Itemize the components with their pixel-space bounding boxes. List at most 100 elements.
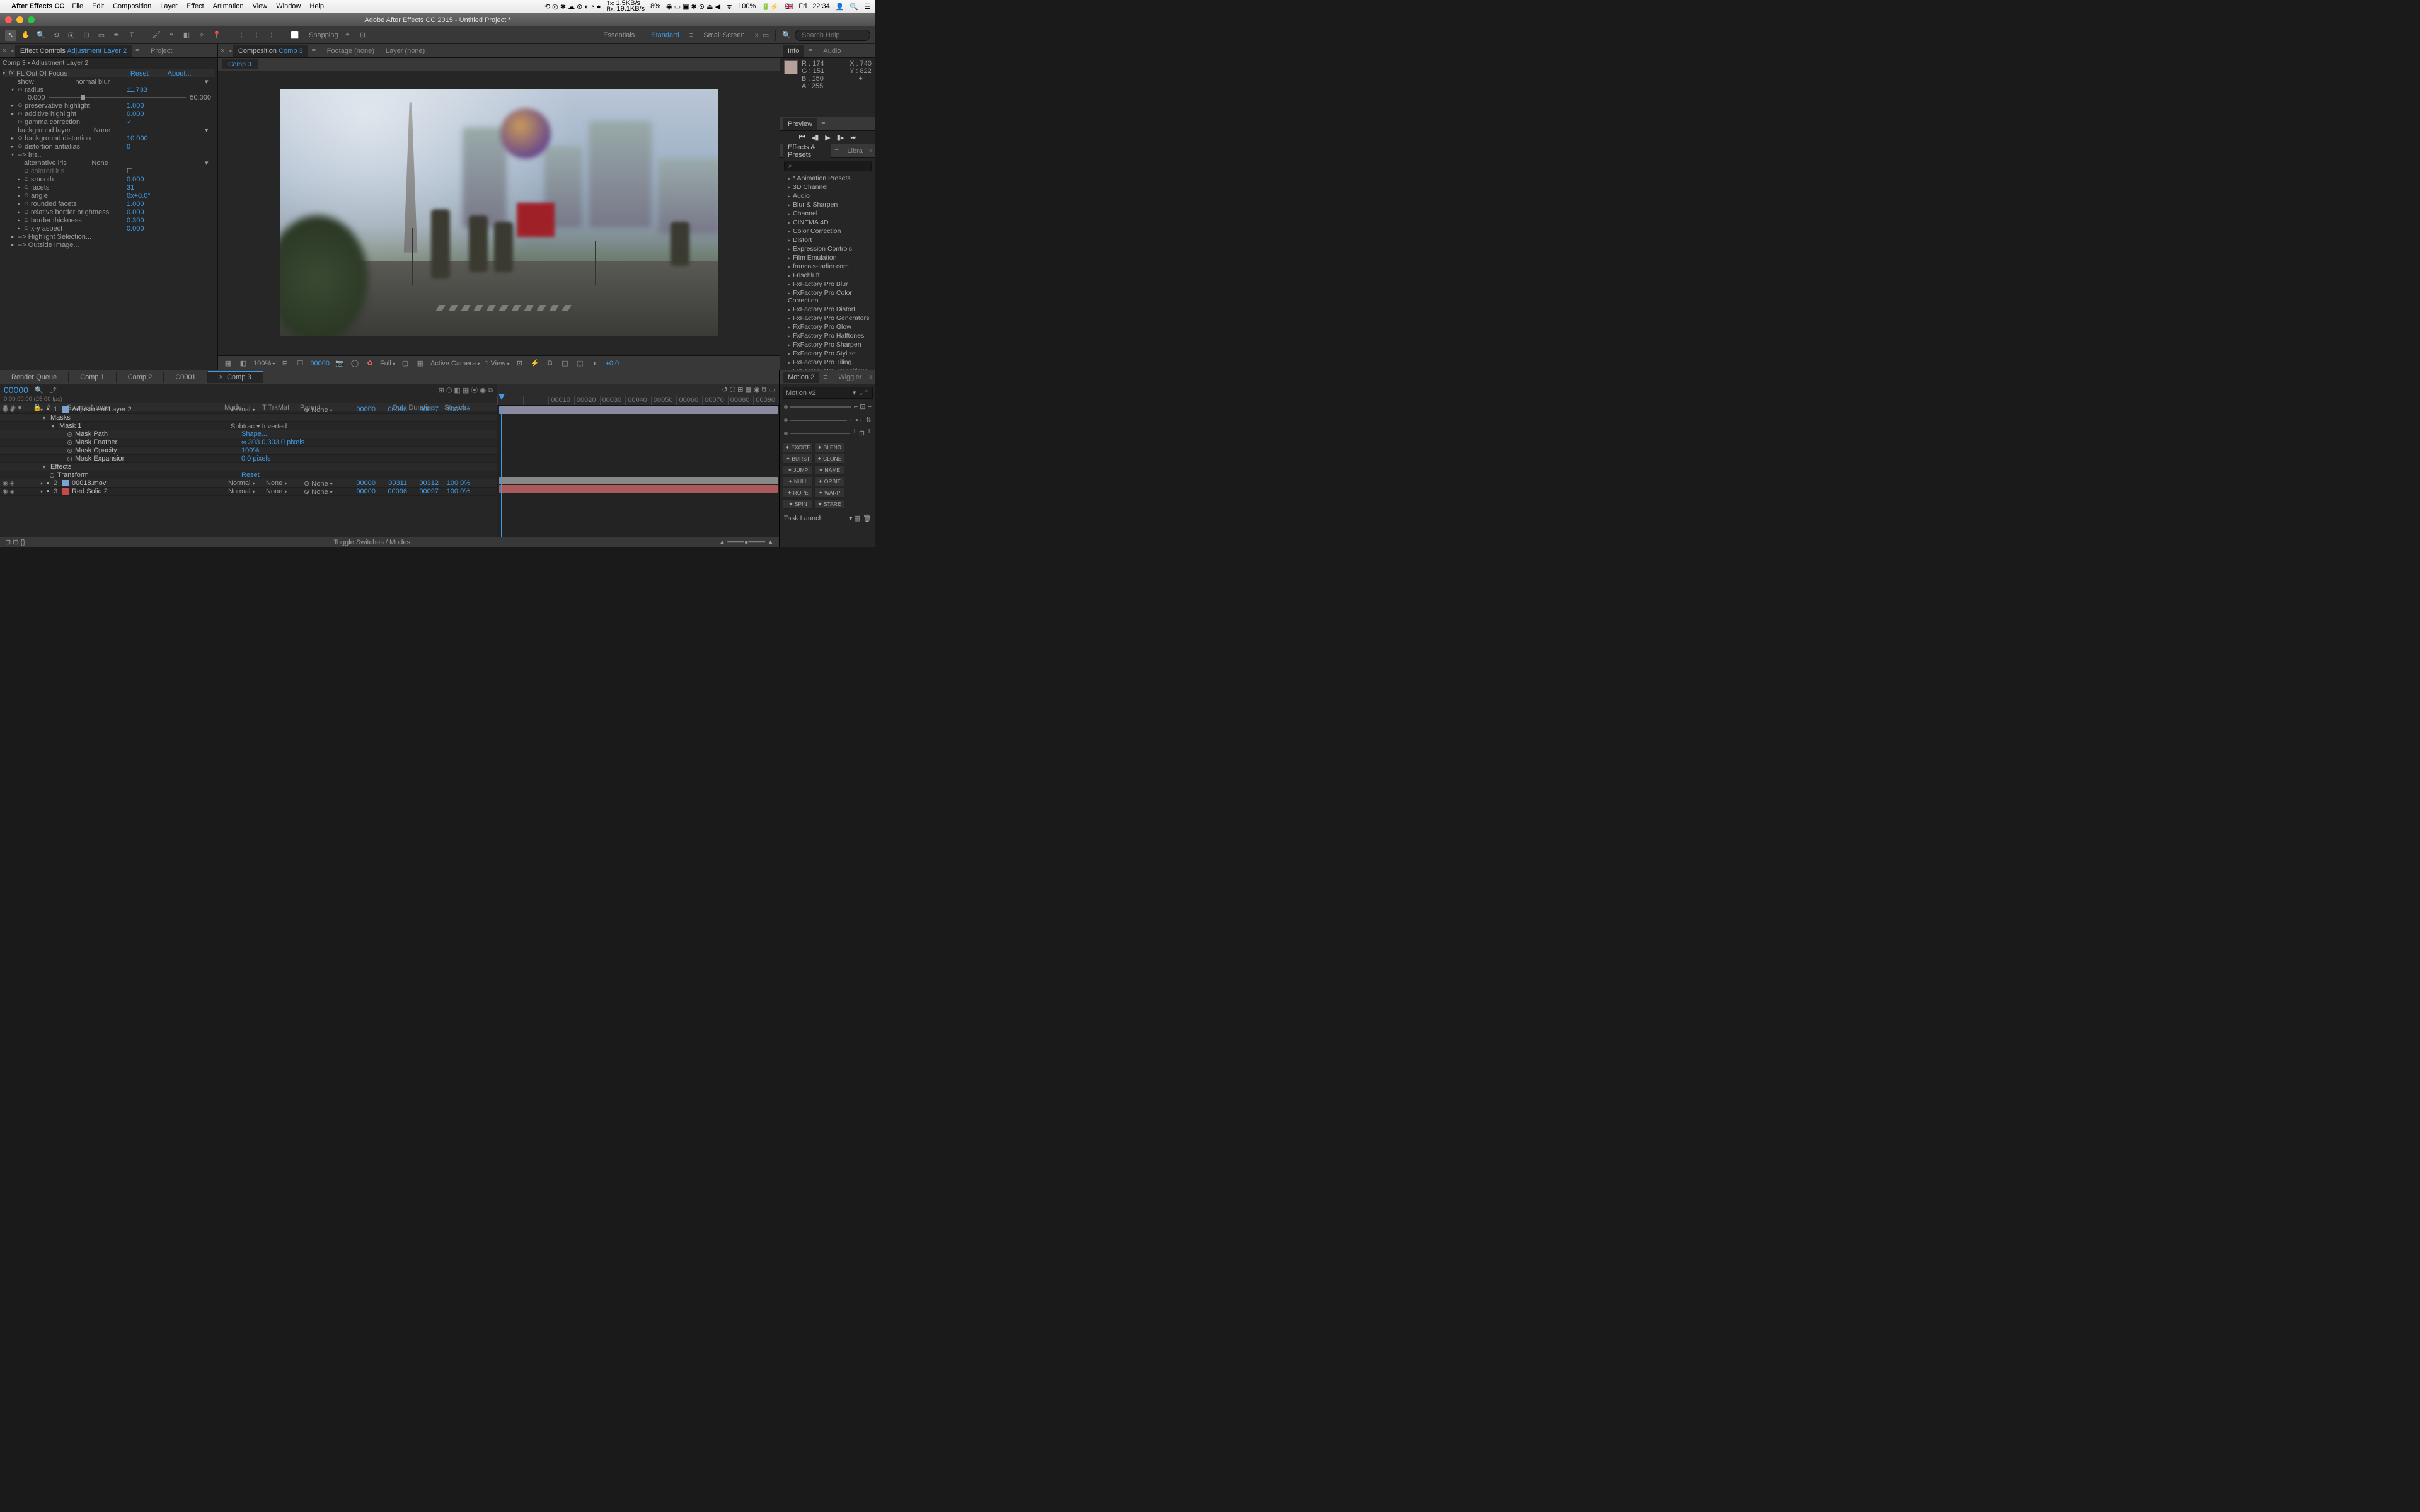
stopwatch-icon[interactable]: ⊙ [18,118,25,125]
search-help-input[interactable]: Search Help [795,30,870,41]
twirl-icon[interactable]: ▸ [18,217,24,223]
twirl-icon[interactable]: ▸ [11,242,18,248]
guides-icon[interactable]: ☐ [295,359,305,367]
ep-item[interactable]: 3D Channel [780,183,875,192]
layer-row[interactable]: ⊙Mask Feather∞ 303.0,303.0 pixels [0,438,497,447]
resolution-dropdown[interactable]: Full [380,360,395,367]
menu-composition[interactable]: Composition [113,3,151,10]
ep-item[interactable]: Expression Controls [780,244,875,253]
layer-rows[interactable]: ◉ ◈▾▪1Adjustment Layer 2Normal ▾ ⊚ None … [0,406,497,537]
val-preservative[interactable]: 1.000 [127,102,215,110]
stopwatch-icon[interactable]: ⊙ [24,184,31,191]
views-dropdown[interactable]: 1 View [485,360,509,367]
zoom-button[interactable] [28,16,35,23]
overflow-icon[interactable]: » [869,147,873,155]
ep-item[interactable]: Audio [780,192,875,200]
timeline-icon[interactable]: ⧉ [544,359,555,367]
timeline-tab[interactable]: × Comp 3 [208,371,263,383]
layer-bar-1[interactable] [499,406,778,414]
brush-tool[interactable]: 🖌 [151,30,162,41]
effects-presets-list[interactable]: * Animation Presets3D ChannelAudioBlur &… [780,174,875,370]
time-ruler[interactable]: 0001000020000300004000050000600007000080… [497,396,779,405]
stopwatch-icon[interactable]: ⊙ [24,200,31,207]
overflow-icon[interactable]: » [869,374,873,381]
fast-preview-icon[interactable]: ⚡ [529,359,539,367]
workspace-essentials[interactable]: Essentials [597,30,641,41]
ep-item[interactable]: Distort [780,236,875,244]
viewer-timecode[interactable]: 00000 [310,360,330,367]
world-axis-icon[interactable]: ⊹ [251,30,262,41]
tab-footage[interactable]: Footage (none) [322,45,379,57]
ep-item[interactable]: FxFactory Pro Sharpen [780,340,875,349]
twirl-icon[interactable]: ▾ [3,71,9,76]
twirl-icon[interactable]: ▸ [18,185,24,190]
color-icon[interactable]: ✿ [365,359,375,367]
tab-libraries[interactable]: Libra [842,146,867,157]
reset-link[interactable]: Reset [130,70,149,77]
twirl-icon[interactable]: ▸ [11,135,18,141]
close-button[interactable] [5,16,12,23]
tab-info[interactable]: Info [783,45,804,57]
transparency-icon[interactable]: ▦ [415,359,425,367]
exposure-btn[interactable]: ◐ [590,360,600,367]
twirl-icon[interactable]: ▸ [11,111,18,117]
twirl-icon[interactable]: ▸ [18,176,24,182]
rotation-tool[interactable]: ⟲ [50,30,62,41]
ep-item[interactable]: FxFactory Pro Color Correction [780,289,875,305]
panel-menu-icon[interactable]: ≡ [821,120,830,128]
layer-row[interactable]: ⊙TransformReset [0,471,497,479]
roto-tool[interactable]: ✧ [196,30,207,41]
ep-item[interactable]: FxFactory Pro Stylize [780,349,875,358]
motion-slider-3[interactable]: └ ⊡ ┘ [784,429,872,437]
camera-tool[interactable]: ⦿ [66,30,77,41]
snapping-toggle[interactable] [291,31,299,39]
twirl-icon[interactable]: ▸ [18,201,24,207]
timeline-bars[interactable] [497,406,779,537]
panel-lock-icon[interactable]: ▪ [11,47,14,55]
fit-icon[interactable]: ▦ [223,359,233,367]
ep-item[interactable]: Color Correction [780,227,875,236]
twirl-icon[interactable]: ▸ [18,193,24,198]
render-icon[interactable]: ⬚ [575,359,585,367]
motion-btn-orbit[interactable]: ✦ ORBIT [814,476,844,486]
app-name[interactable]: After Effects CC [11,3,64,10]
zoom-dropdown[interactable]: 100% [253,360,275,367]
toggle-switches-modes[interactable]: Toggle Switches / Modes [333,539,410,546]
ep-item[interactable]: Blur & Sharpen [780,200,875,209]
ep-item[interactable]: FxFactory Pro Glow [780,323,875,331]
ep-item[interactable]: FxFactory Pro Distort [780,305,875,314]
menu-edit[interactable]: Edit [92,3,104,10]
snapshot-icon[interactable]: 📷 [335,359,345,367]
layer-row[interactable]: ◉ ◈▾▪1Adjustment Layer 2Normal ▾ ⊚ None … [0,406,497,414]
zoom-slider[interactable]: ▲ ━━━━●━━━━ ▲ [718,538,774,546]
effect-name[interactable]: FL Out Of Focus [16,70,67,77]
next-frame-icon[interactable]: ▮▸ [837,134,844,142]
dd-show[interactable]: normal blur [75,78,163,86]
dd-altiris[interactable]: None [91,159,180,167]
panel-menu-icon[interactable]: ≡ [808,47,817,55]
motion-btn-null[interactable]: ✦ NULL [783,476,813,486]
traffic-lights[interactable] [5,16,35,23]
layer-row[interactable]: ⊙Mask Opacity100% [0,447,497,455]
timeline-option-icons[interactable]: ↺ ⬡ ⊞ ▦ ◉ ⧉ ▭ [497,384,779,396]
panel-menu-icon[interactable]: ≡ [834,147,841,155]
menu-file[interactable]: File [72,3,83,10]
task-launch-dropdown[interactable]: Task Launch▾ ▦ 🗑 [780,512,875,524]
ep-item[interactable]: Channel [780,209,875,218]
tab-audio[interactable]: Audio [818,45,846,57]
stopwatch-icon[interactable]: ⊙ [18,86,25,93]
val-gamma-check[interactable]: ✓ [127,118,215,126]
val-rounded[interactable]: 1.000 [127,200,215,208]
panel-close-icon[interactable]: × [221,47,228,55]
first-frame-icon[interactable]: ⏮ [799,134,805,142]
ep-item[interactable]: francois-tarlier.com [780,262,875,271]
motion-btn-burst[interactable]: ✦ BURST [783,454,813,464]
panel-lock-icon[interactable]: ▪ [229,47,232,55]
stopwatch-icon[interactable]: ⊙ [24,209,31,215]
motion-btn-stare[interactable]: ✦ STARE [814,499,844,509]
twirl-icon[interactable]: ▸ [11,234,18,239]
panel-close-icon[interactable]: × [3,47,10,55]
minimize-button[interactable] [16,16,23,23]
notification-icon[interactable]: ☰ [864,3,870,11]
twirl-icon[interactable]: ▸ [11,144,18,149]
